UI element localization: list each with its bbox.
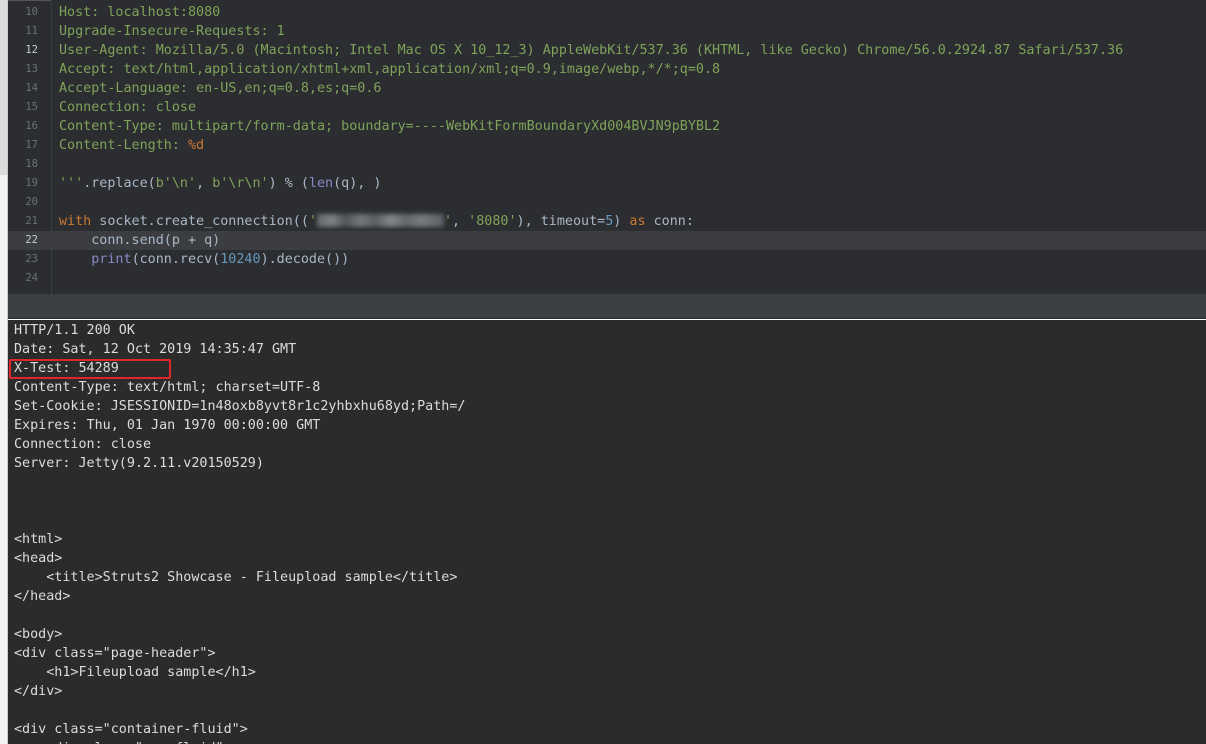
code-token: b'\r\n'	[212, 176, 269, 191]
output-line: <html>	[14, 532, 63, 547]
x-test-highlight-box	[9, 359, 171, 379]
line-number: 19	[25, 177, 38, 189]
code-text[interactable]: print(conn.recv(10240).decode())	[59, 250, 349, 269]
output-line: Content-Type: text/html; charset=UTF-8	[14, 380, 321, 395]
code-token: %d	[188, 138, 205, 153]
output-line: <body>	[14, 627, 63, 642]
code-token: ,	[196, 176, 213, 191]
output-line: <h1>Fileupload sample</h1>	[14, 665, 256, 680]
output-line: <div class="page-header">	[14, 646, 216, 661]
line-number: 23	[25, 253, 38, 265]
line-number: 13	[25, 63, 38, 75]
code-text[interactable]: conn.send(p + q)	[59, 231, 220, 250]
code-token: ).decode())	[260, 252, 350, 267]
line-number: 14	[25, 82, 38, 94]
redacted-host	[316, 214, 444, 227]
line-number: 10	[25, 6, 38, 18]
code-line[interactable]: 17 Content-Length: %d	[8, 136, 1206, 155]
line-number: 17	[25, 139, 38, 151]
code-line[interactable]: 10 Host: localhost:8080	[8, 3, 1206, 22]
code-text[interactable]: with socket.create_connection((' ', '8080…	[59, 212, 694, 231]
code-line[interactable]: 13 Accept: text/html,application/xhtml+xm…	[8, 60, 1206, 79]
code-token: User-Agent: Mozilla/5.0 (Macintosh; Inte…	[59, 43, 1124, 58]
code-token: ), timeout=	[516, 214, 606, 229]
code-line[interactable]: 16 Content-Type: multipart/form-data; bou…	[8, 117, 1206, 136]
output-line: Set-Cookie: JSESSIONID=1n48oxb8yvt8r1c2y…	[14, 399, 466, 414]
code-token: print	[91, 252, 132, 267]
code-token: socket.create_connection((	[91, 214, 309, 229]
code-line[interactable]: 11 Upgrade-Insecure-Requests: 1	[8, 22, 1206, 41]
code-token: (q), )	[333, 176, 382, 191]
line-number: 15	[25, 101, 38, 113]
code-line[interactable]: 15 Connection: close	[8, 98, 1206, 117]
code-line[interactable]: 19 '''.replace(b'\n', b'\r\n') % (len(q),…	[8, 174, 1206, 193]
code-token: Upgrade-Insecure-Requests: 1	[59, 24, 285, 39]
code-line[interactable]: 14 Accept-Language: en-US,en;q=0.8,es;q=0…	[8, 79, 1206, 98]
code-token: '	[443, 214, 453, 229]
line-number: 11	[25, 25, 38, 37]
code-token: b'\n'	[155, 176, 197, 191]
output-line: Date: Sat, 12 Oct 2019 14:35:47 GMT	[14, 342, 297, 357]
output-line: Expires: Thu, 01 Jan 1970 00:00:00 GMT	[14, 418, 321, 433]
output-line: </head>	[14, 589, 71, 604]
window-left-edge	[0, 0, 8, 744]
code-token: as	[629, 214, 646, 229]
code-text[interactable]: Content-Type: multipart/form-data; bound…	[59, 117, 720, 136]
code-text[interactable]: '''.replace(b'\n', b'\r\n') % (len(q), )	[59, 174, 382, 193]
output-line: <div class="container-fluid">	[14, 722, 248, 737]
code-token: conn:	[645, 214, 694, 229]
panel-divider[interactable]	[8, 294, 1206, 319]
output-line: </div>	[14, 684, 63, 699]
code-line[interactable]: 21 with socket.create_connection((' ', '80…	[8, 212, 1206, 231]
code-token: Accept-Language: en-US,en;q=0.8,es;q=0.6	[59, 81, 382, 96]
output-line: <head>	[14, 551, 63, 566]
code-text[interactable]: Host: localhost:8080	[59, 3, 220, 22]
code-line[interactable]: 20	[8, 193, 1206, 212]
line-number: 18	[25, 158, 38, 170]
code-token: Content-Length:	[59, 138, 188, 153]
code-text[interactable]: Content-Length: %d	[59, 136, 204, 155]
code-text[interactable]: Connection: close	[59, 98, 196, 117]
code-text[interactable]: Accept: text/html,application/xhtml+xml,…	[59, 60, 720, 79]
code-line[interactable]: 23 print(conn.recv(10240).decode())	[8, 250, 1206, 269]
code-line[interactable]: 12 User-Agent: Mozilla/5.0 (Macintosh; In…	[8, 41, 1206, 60]
output-line: Server: Jetty(9.2.11.v20150529)	[14, 456, 264, 471]
code-token: Content-Type: multipart/form-data; bound…	[59, 119, 721, 134]
output-line: HTTP/1.1 200 OK	[14, 323, 135, 338]
code-token: len	[308, 176, 334, 191]
code-token: '''	[59, 176, 84, 191]
code-text[interactable]: User-Agent: Mozilla/5.0 (Macintosh; Inte…	[59, 41, 1123, 60]
code-line[interactable]: 22 conn.send(p + q)	[8, 231, 1206, 250]
code-token: .replace(	[83, 176, 156, 191]
line-number: 12	[25, 44, 38, 56]
code-token: 10240	[220, 252, 261, 267]
code-token: Host: localhost:8080	[59, 5, 221, 20]
output-console[interactable]: HTTP/1.1 200 OK Date: Sat, 12 Oct 2019 14…	[8, 320, 1206, 744]
code-token: with	[59, 214, 92, 229]
code-token: ) % (	[268, 176, 309, 191]
code-token: Connection: close	[59, 100, 197, 115]
output-line: <title>Struts2 Showcase - Fileupload sam…	[14, 570, 458, 585]
line-number: 20	[25, 196, 38, 208]
code-token: Accept: text/html,application/xhtml+xml,…	[59, 62, 721, 77]
code-token: conn.send(p + q)	[59, 233, 221, 248]
code-text[interactable]: Accept-Language: en-US,en;q=0.8,es;q=0.6	[59, 79, 381, 98]
line-number: 22	[25, 234, 38, 246]
code-token: '8080'	[468, 214, 517, 229]
code-token: ,	[452, 214, 469, 229]
code-line[interactable]: 24	[8, 269, 1206, 288]
code-token: '	[308, 214, 317, 229]
output-line: <div class="row-fluid">	[14, 739, 231, 744]
code-token: )	[613, 214, 630, 229]
output-line: Connection: close	[14, 437, 152, 452]
code-token: (conn.recv(	[131, 252, 221, 267]
line-number: 24	[25, 272, 38, 284]
code-editor[interactable]: 10 Host: localhost:8080 11 Upgrade-Insecure…	[8, 0, 1206, 294]
line-number: 21	[25, 215, 38, 227]
code-text[interactable]: Upgrade-Insecure-Requests: 1	[59, 22, 285, 41]
code-line[interactable]: 18	[8, 155, 1206, 174]
line-number: 16	[25, 120, 38, 132]
